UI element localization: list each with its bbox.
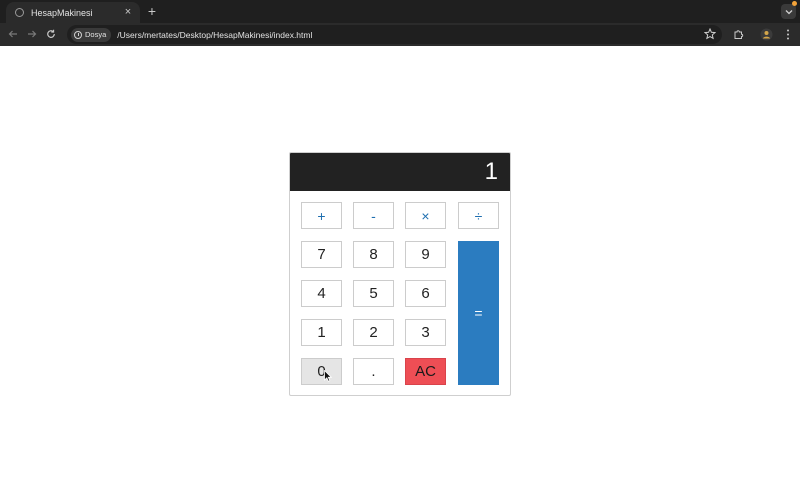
digit-1-button[interactable]: 1 [301, 319, 342, 346]
calculator-display: 1 [290, 153, 510, 191]
digit-0-button[interactable]: 0 [301, 358, 342, 385]
back-button[interactable] [6, 27, 20, 41]
digit-8-button[interactable]: 8 [353, 241, 394, 268]
digit-6-button[interactable]: 6 [405, 280, 446, 307]
extensions-button[interactable] [731, 27, 745, 41]
reload-icon [47, 29, 55, 38]
reload-button[interactable] [44, 27, 58, 41]
calculator: 1 + - × ÷ 7 8 9 4 5 6 1 2 3 0 . AC = [289, 152, 511, 396]
globe-icon [15, 8, 24, 17]
decimal-button[interactable]: . [353, 358, 394, 385]
browser-toolbar: Dosya /Users/mertates/Desktop/HesapMakin… [0, 23, 800, 46]
digit-4-button[interactable]: 4 [301, 280, 342, 307]
notification-dot [792, 1, 797, 6]
digit-3-button[interactable]: 3 [405, 319, 446, 346]
star-icon[interactable] [704, 28, 716, 40]
browser-tab-strip: HesapMakinesi × + [0, 0, 800, 23]
chevron-down-icon [785, 9, 792, 14]
site-info-label: Dosya [85, 30, 107, 39]
profile-button[interactable] [759, 27, 773, 41]
add-button[interactable]: + [301, 202, 342, 229]
tab-title: HesapMakinesi [31, 7, 93, 18]
kebab-menu-icon [787, 29, 789, 39]
multiply-button[interactable]: × [405, 202, 446, 229]
digit-9-button[interactable]: 9 [405, 241, 446, 268]
address-bar[interactable]: Dosya /Users/mertates/Desktop/HesapMakin… [67, 25, 722, 44]
clear-button[interactable]: AC [405, 358, 446, 385]
url-text: /Users/mertates/Desktop/HesapMakinesi/in… [117, 29, 313, 40]
digit-5-button[interactable]: 5 [353, 280, 394, 307]
arrow-right-icon [28, 30, 37, 38]
tab-close-icon[interactable]: × [122, 7, 134, 18]
equals-button[interactable]: = [458, 241, 499, 385]
divide-button[interactable]: ÷ [458, 202, 499, 229]
arrow-left-icon [8, 30, 17, 38]
site-info-chip[interactable]: Dosya [71, 27, 112, 42]
avatar-icon [760, 28, 772, 40]
browser-tab[interactable]: HesapMakinesi × [6, 2, 140, 23]
info-icon [74, 30, 82, 39]
mouse-cursor-icon [324, 370, 332, 382]
digit-2-button[interactable]: 2 [353, 319, 394, 346]
new-tab-button[interactable]: + [145, 3, 159, 19]
digit-7-button[interactable]: 7 [301, 241, 342, 268]
puzzle-icon [734, 29, 743, 39]
subtract-button[interactable]: - [353, 202, 394, 229]
browser-menu-button[interactable] [781, 27, 795, 41]
tab-search-button[interactable] [781, 4, 796, 19]
forward-button[interactable] [25, 27, 39, 41]
